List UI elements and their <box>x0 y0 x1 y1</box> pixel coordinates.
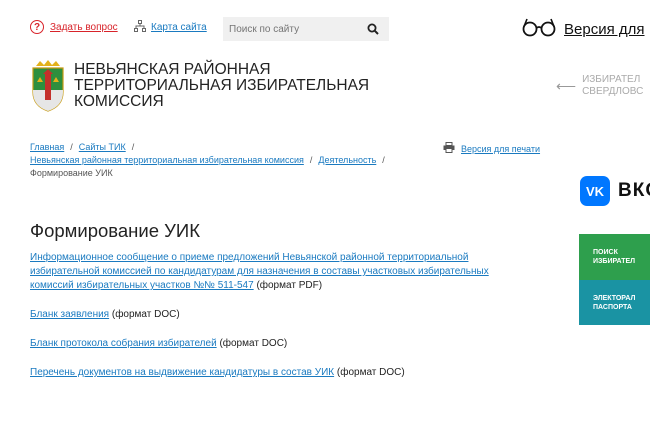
electoral-passport-line2: ПАСПОРТА <box>593 303 632 311</box>
election-commission-link[interactable]: ⟵ ИЗБИРАТЕЛ СВЕРДЛОВС <box>556 74 643 98</box>
electoral-passport-banner[interactable]: ЭЛЕКТОРАЛ ПАСПОРТА <box>579 280 650 325</box>
breadcrumb-separator: / <box>309 155 313 165</box>
search-bar <box>223 17 389 41</box>
vk-banner-text: ВКО <box>618 180 650 201</box>
document-format: (формат PDF) <box>256 280 323 291</box>
sitemap-icon <box>134 20 146 35</box>
voter-search-banner[interactable]: ПОИСК ИЗБИРАТЕЛ <box>579 234 650 280</box>
vision-version-link[interactable]: Версия для <box>564 21 645 38</box>
breadcrumb-current: Формирование УИК <box>30 168 113 178</box>
breadcrumb: Главная / Сайты ТИК / Невьянская районная т… <box>30 141 420 180</box>
breadcrumb-commission[interactable]: Невьянская районная территориальная изби… <box>30 155 304 165</box>
document-format: (формат DOC) <box>336 367 405 378</box>
vk-logo-icon: VK <box>580 176 610 206</box>
sitemap[interactable]: Карта сайта <box>134 20 207 35</box>
print-version-link[interactable]: Версия для печати <box>461 144 540 154</box>
document-link[interactable]: Перечень документов на выдвижение кандид… <box>30 367 334 378</box>
document-link[interactable]: Бланк протокола собрания избирателей <box>30 338 217 349</box>
search-button[interactable] <box>361 17 385 41</box>
page-title: Формирование УИК <box>30 220 200 241</box>
document-item: Бланк заявления (формат DOC) <box>30 308 520 322</box>
glasses-icon <box>522 17 556 41</box>
document-item: Информационное сообщение о приеме предло… <box>30 251 520 293</box>
arrow-left-icon: ⟵ <box>556 78 577 94</box>
document-item: Бланк протокола собрания избирателей (фо… <box>30 337 520 351</box>
breadcrumb-separator: / <box>131 142 135 152</box>
sitemap-link[interactable]: Карта сайта <box>151 22 207 33</box>
electoral-passport-line1: ЭЛЕКТОРАЛ <box>593 294 636 302</box>
vk-banner[interactable]: VK ВКО <box>580 176 650 206</box>
ask-question[interactable]: ? Задать вопрос <box>30 20 118 34</box>
document-link[interactable]: Бланк заявления <box>30 309 109 320</box>
search-icon <box>367 23 379 35</box>
breadcrumb-activity[interactable]: Деятельность <box>318 155 376 165</box>
document-format: (формат DOC) <box>219 338 288 349</box>
print-version[interactable]: Версия для печати <box>443 142 540 155</box>
document-item: Перечень документов на выдвижение кандид… <box>30 366 520 380</box>
breadcrumb-separator: / <box>70 142 73 152</box>
organization-title: Невьянская районная территориальная изби… <box>74 61 370 110</box>
printer-icon <box>443 142 455 155</box>
search-input[interactable] <box>223 22 361 36</box>
breadcrumb-home[interactable]: Главная <box>30 142 64 152</box>
ask-question-link[interactable]: Задать вопрос <box>50 22 118 33</box>
coat-of-arms-logo[interactable] <box>30 60 66 112</box>
voter-search-line1: ПОИСК <box>593 249 618 256</box>
prev-link-line2: СВЕРДЛОВС <box>582 86 644 97</box>
document-format: (формат DOC) <box>111 309 180 320</box>
question-icon: ? <box>30 20 44 34</box>
prev-link-line1: ИЗБИРАТЕЛ <box>582 74 641 85</box>
breadcrumb-separator: / <box>382 155 385 165</box>
voter-search-line2: ИЗБИРАТЕЛ <box>593 258 636 265</box>
breadcrumb-tik-sites[interactable]: Сайты ТИК <box>79 142 126 152</box>
vision-impaired-version[interactable]: Версия для <box>522 17 645 41</box>
documents-list: Информационное сообщение о приеме предло… <box>30 251 520 395</box>
